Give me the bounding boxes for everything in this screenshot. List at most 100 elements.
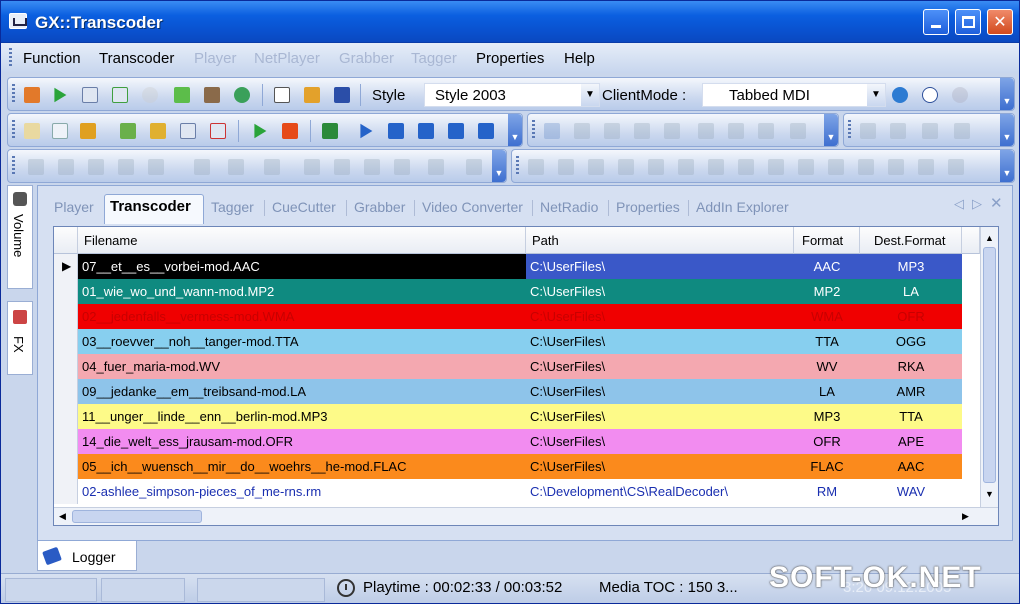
row-selector[interactable] [54, 379, 78, 404]
cell-dest[interactable]: MP3 [860, 254, 962, 279]
export-icon[interactable] [112, 87, 128, 103]
play-icon[interactable] [254, 123, 267, 139]
maximize-button[interactable] [955, 9, 981, 35]
cell-format[interactable]: FLAC [794, 454, 860, 479]
cell-filename[interactable]: 09__jedanke__em__treibsand-mod.LA [78, 379, 526, 404]
convert-icon[interactable] [174, 87, 190, 103]
horizontal-scroll-thumb[interactable] [72, 510, 202, 523]
save-icon[interactable] [322, 123, 338, 139]
table-row[interactable]: 09__jedanke__em__treibsand-mod.LA C:\User… [54, 379, 980, 404]
cell-path[interactable]: C:\UserFiles\ [526, 304, 794, 329]
play-icon[interactable] [54, 87, 67, 103]
toolbar-overflow-button[interactable]: ▼ [508, 114, 522, 146]
menu-help[interactable]: Help [564, 50, 595, 67]
tab-tagger[interactable]: Tagger [211, 199, 254, 215]
table-row[interactable]: 11__unger__linde__enn__berlin-mod.MP3 C:\… [54, 404, 980, 429]
table-row[interactable]: 02__jedenfalls__vermess-mod.WMA C:\UserFi… [54, 304, 980, 329]
row-selector[interactable] [54, 354, 78, 379]
menu-transcoder[interactable]: Transcoder [99, 50, 174, 67]
cell-path[interactable]: C:\UserFiles\ [526, 254, 794, 279]
add-folder-icon[interactable] [150, 123, 166, 139]
pause-icon[interactable] [448, 123, 464, 139]
tab-scroll-left-icon[interactable]: ◁ [954, 196, 964, 212]
cell-dest[interactable]: AAC [860, 454, 962, 479]
side-tab-volume[interactable]: Volume [7, 185, 33, 289]
add-icon[interactable] [120, 123, 136, 139]
tools-icon[interactable] [204, 87, 220, 103]
cell-path[interactable]: C:\Development\CS\RealDecoder\ [526, 479, 794, 504]
row-selector[interactable] [54, 479, 78, 504]
stop-icon[interactable] [282, 123, 298, 139]
tab-player[interactable]: Player [54, 199, 94, 215]
remove-icon[interactable] [210, 123, 226, 139]
chevron-down-icon[interactable]: ▼ [581, 84, 599, 106]
cell-format[interactable]: WV [794, 354, 860, 379]
cell-path[interactable]: C:\UserFiles\ [526, 379, 794, 404]
cell-dest[interactable]: APE [860, 429, 962, 454]
logger-tab[interactable]: Logger [37, 541, 137, 571]
cell-format[interactable]: MP3 [794, 404, 860, 429]
tab-addin-explorer[interactable]: AddIn Explorer [696, 199, 789, 215]
cell-path[interactable]: C:\UserFiles\ [526, 329, 794, 354]
tab-properties[interactable]: Properties [616, 199, 680, 215]
cell-format[interactable]: AAC [794, 254, 860, 279]
menu-function[interactable]: Function [23, 50, 81, 67]
cell-dest[interactable]: LA [860, 279, 962, 304]
column-header-filename[interactable]: Filename [78, 227, 526, 254]
chevron-down-icon[interactable]: ▼ [985, 489, 994, 499]
cell-format[interactable]: WMA [794, 304, 860, 329]
cell-format[interactable]: RM [794, 479, 860, 504]
tab-cuecutter[interactable]: CueCutter [272, 199, 336, 215]
chevron-left-icon[interactable]: ◀ [59, 511, 66, 522]
menu-properties[interactable]: Properties [476, 50, 544, 67]
cell-dest[interactable]: OFR [860, 304, 962, 329]
row-selector[interactable] [54, 454, 78, 479]
play-blue-icon[interactable] [360, 123, 373, 139]
toolbar-overflow-button[interactable]: ▼ [492, 150, 506, 182]
toolbar-overflow-button[interactable]: ▼ [1000, 78, 1014, 110]
transcode-icon[interactable] [24, 87, 40, 103]
row-selector[interactable] [54, 404, 78, 429]
cell-dest[interactable]: AMR [860, 379, 962, 404]
tab-scroll-right-icon[interactable]: ▷ [972, 196, 982, 212]
cell-dest[interactable]: TTA [860, 404, 962, 429]
column-header-format[interactable]: Format [794, 227, 860, 254]
cell-format[interactable]: TTA [794, 329, 860, 354]
tab-video-converter[interactable]: Video Converter [422, 199, 523, 215]
column-header-path[interactable]: Path [526, 227, 794, 254]
cell-path[interactable]: C:\UserFiles\ [526, 429, 794, 454]
side-tab-fx[interactable]: FX [7, 301, 33, 375]
table-row[interactable]: 01_wie_wo_und_wann-mod.MP2 C:\UserFiles\ M… [54, 279, 980, 304]
row-selector[interactable] [54, 329, 78, 354]
column-header-dest-format[interactable]: Dest.Format [860, 227, 962, 254]
vertical-scroll-thumb[interactable] [983, 247, 996, 483]
close-button[interactable]: ✕ [987, 9, 1013, 35]
cell-filename[interactable]: 02-ashlee_simpson-pieces_of_me-rns.rm [78, 479, 526, 504]
row-selector[interactable] [54, 429, 78, 454]
forward-icon[interactable] [418, 123, 434, 139]
table-row[interactable]: 03__roevver__noh__tanger-mod.TTA C:\UserF… [54, 329, 980, 354]
cell-filename[interactable]: 14_die_welt_ess_jrausam-mod.OFR [78, 429, 526, 454]
toolbar-overflow-button[interactable]: ▼ [824, 114, 838, 146]
cell-filename[interactable]: 07__et__es__vorbei-mod.AAC [78, 254, 526, 279]
search-globe-icon[interactable] [892, 87, 908, 103]
table-row[interactable]: 02-ashlee_simpson-pieces_of_me-rns.rm C:\… [54, 479, 980, 504]
menubar-grip[interactable] [9, 48, 12, 68]
minimize-button[interactable] [923, 9, 949, 35]
package-icon[interactable] [304, 87, 320, 103]
cell-dest[interactable]: WAV [860, 479, 962, 504]
cell-format[interactable]: OFR [794, 429, 860, 454]
app-icon[interactable] [9, 13, 27, 29]
chevron-up-icon[interactable]: ▲ [985, 233, 994, 243]
tab-netradio[interactable]: NetRadio [540, 199, 598, 215]
title-bar[interactable]: GX::Transcoder ✕ [1, 1, 1019, 43]
table-row[interactable]: 05__ich__wuensch__mir__do__woehrs__he-mo… [54, 454, 980, 479]
cell-path[interactable]: C:\UserFiles\ [526, 454, 794, 479]
toolbar-grip[interactable] [12, 84, 15, 104]
cell-filename[interactable]: 11__unger__linde__enn__berlin-mod.MP3 [78, 404, 526, 429]
cell-filename[interactable]: 03__roevver__noh__tanger-mod.TTA [78, 329, 526, 354]
cell-filename[interactable]: 02__jedenfalls__vermess-mod.WMA [78, 304, 526, 329]
chevron-down-icon[interactable]: ▼ [867, 84, 885, 106]
clientmode-dropdown[interactable]: Tabbed MDI ▼ [702, 83, 886, 107]
stop-blue-icon[interactable] [478, 123, 494, 139]
